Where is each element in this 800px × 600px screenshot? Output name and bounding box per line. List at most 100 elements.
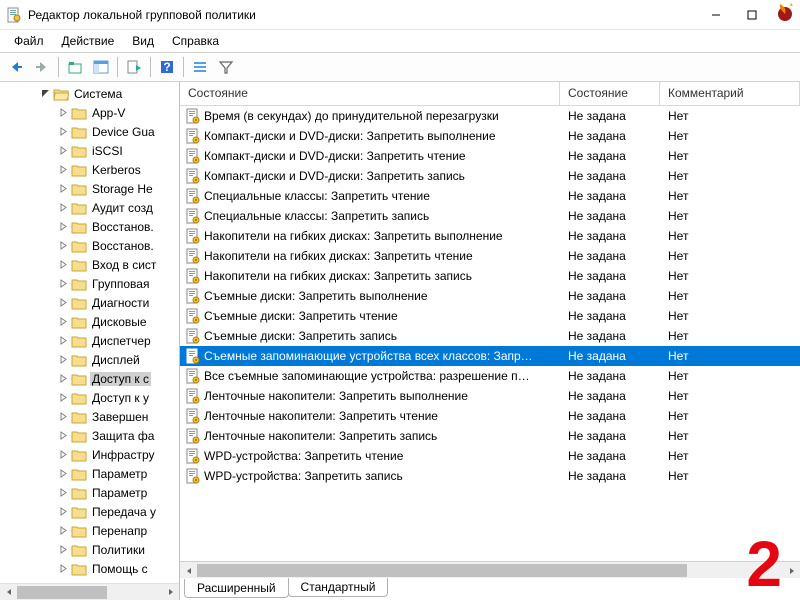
tree-node-root[interactable]: Система [0,84,179,103]
tree-node[interactable]: Передача у [0,502,179,521]
tree-expander-icon[interactable] [58,183,69,194]
scroll-right-icon[interactable] [783,562,800,579]
policy-row[interactable]: Специальные классы: Запретить записьНе з… [180,206,800,226]
tree-node[interactable]: Аудит созд [0,198,179,217]
tree-node[interactable]: Защита фа [0,426,179,445]
tree-expander-icon[interactable] [58,506,69,517]
tree-node[interactable]: Доступ к с [0,369,179,388]
up-button[interactable] [63,55,87,79]
tab-extended[interactable]: Расширенный [184,579,289,598]
tree-expander-icon[interactable] [58,449,69,460]
tree-expander-icon[interactable] [58,373,69,384]
tree-expander-icon[interactable] [58,335,69,346]
tree-node[interactable]: Диагности [0,293,179,312]
policy-row[interactable]: WPD-устройства: Запретить записьНе задан… [180,466,800,486]
tree-node[interactable]: Политики [0,540,179,559]
tree-expander-icon[interactable] [58,221,69,232]
tree-expander-icon[interactable] [58,278,69,289]
filter-button[interactable] [214,55,238,79]
tree-node[interactable]: Восстанов. [0,236,179,255]
tree-node[interactable]: Kerberos [0,160,179,179]
tree-expander-icon[interactable] [58,544,69,555]
menu-view[interactable]: Вид [124,32,162,50]
tree-horizontal-scrollbar[interactable] [0,583,179,600]
tree-expander-icon[interactable] [58,240,69,251]
tree-expander-icon[interactable] [58,411,69,422]
tree-expander-icon[interactable] [58,202,69,213]
tree-node[interactable]: App-V [0,103,179,122]
policy-row[interactable]: Съемные диски: Запретить чтениеНе задана… [180,306,800,326]
list-horizontal-scrollbar[interactable] [180,561,800,578]
tab-standard[interactable]: Стандартный [288,578,389,597]
scroll-left-icon[interactable] [0,584,17,600]
tree-node[interactable]: Параметр [0,464,179,483]
all-settings-button[interactable] [188,55,212,79]
policy-row[interactable]: Съемные запоминающие устройства всех кла… [180,346,800,366]
tree-expander-icon[interactable] [58,164,69,175]
back-button[interactable] [4,55,28,79]
policy-row[interactable]: Специальные классы: Запретить чтениеНе з… [180,186,800,206]
policy-row[interactable]: Ленточные накопители: Запретить записьНе… [180,426,800,446]
tree-node[interactable]: Параметр [0,483,179,502]
menu-action[interactable]: Действие [54,32,123,50]
column-header-name[interactable]: Состояние [180,82,560,105]
policy-row[interactable]: Компакт-диски и DVD-диски: Запретить вып… [180,126,800,146]
policy-row[interactable]: WPD-устройства: Запретить чтениеНе задан… [180,446,800,466]
tree-expander-icon[interactable] [58,126,69,137]
policy-row[interactable]: Накопители на гибких дисках: Запретить з… [180,266,800,286]
tree-node[interactable]: iSCSI [0,141,179,160]
policy-row[interactable]: Ленточные накопители: Запретить чтениеНе… [180,406,800,426]
policy-row[interactable]: Время (в секундах) до принудительной пер… [180,106,800,126]
tree-expander-icon[interactable] [58,563,69,574]
tree-node[interactable]: Диспетчер [0,331,179,350]
tree-node[interactable]: Доступ к у [0,388,179,407]
maximize-button[interactable] [734,1,770,29]
tree-expander-icon[interactable] [58,354,69,365]
show-hide-tree-button[interactable] [89,55,113,79]
tree-node[interactable]: Перенапр [0,521,179,540]
minimize-button[interactable] [698,1,734,29]
tree-expander-icon[interactable] [58,487,69,498]
policy-row[interactable]: Компакт-диски и DVD-диски: Запретить зап… [180,166,800,186]
policy-row[interactable]: Накопители на гибких дисках: Запретить ч… [180,246,800,266]
scroll-left-icon[interactable] [180,562,197,579]
menu-help[interactable]: Справка [164,32,227,50]
policy-row[interactable]: Съемные диски: Запретить записьНе задана… [180,326,800,346]
tree-node[interactable]: Вход в сист [0,255,179,274]
policy-row[interactable]: Ленточные накопители: Запретить выполнен… [180,386,800,406]
tree-expander-icon[interactable] [58,468,69,479]
tree-node[interactable]: Device Gua [0,122,179,141]
tree-node[interactable]: Восстанов. [0,217,179,236]
tree-node[interactable]: Дисплей [0,350,179,369]
tree-node[interactable]: Storage He [0,179,179,198]
scroll-right-icon[interactable] [162,584,179,600]
help-button[interactable]: ? [155,55,179,79]
column-header-state[interactable]: Состояние [560,82,660,105]
tree-expander-icon[interactable] [58,259,69,270]
tree-expander-icon[interactable] [58,107,69,118]
export-list-button[interactable] [122,55,146,79]
tree-expander-icon[interactable] [58,316,69,327]
scrollbar-thumb[interactable] [17,586,107,599]
tree-expander-icon[interactable] [58,145,69,156]
tree-node[interactable]: Групповая [0,274,179,293]
tree-node[interactable]: Помощь с [0,559,179,578]
extension-icon[interactable] [774,1,796,23]
policy-row[interactable]: Съемные диски: Запретить выполнениеНе за… [180,286,800,306]
column-header-comment[interactable]: Комментарий [660,82,800,105]
tree-panel[interactable]: СистемаApp-VDevice GuaiSCSIKerberosStora… [0,82,180,600]
list-body[interactable]: Время (в секундах) до принудительной пер… [180,106,800,561]
menu-file[interactable]: Файл [6,32,52,50]
tree-expander-icon[interactable] [40,88,51,99]
scrollbar-thumb[interactable] [197,564,687,577]
tree-node[interactable]: Дисковые [0,312,179,331]
policy-row[interactable]: Накопители на гибких дисках: Запретить в… [180,226,800,246]
forward-button[interactable] [30,55,54,79]
tree-expander-icon[interactable] [58,430,69,441]
tree-expander-icon[interactable] [58,297,69,308]
policy-row[interactable]: Компакт-диски и DVD-диски: Запретить чте… [180,146,800,166]
tree-expander-icon[interactable] [58,525,69,536]
tree-expander-icon[interactable] [58,392,69,403]
tree-node[interactable]: Инфрастру [0,445,179,464]
tree-node[interactable]: Завершен [0,407,179,426]
